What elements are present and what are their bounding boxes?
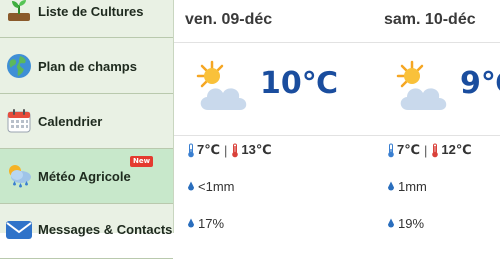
humidity-drop-icon bbox=[388, 218, 394, 228]
sidebar-item-label: Météo Agricole bbox=[38, 168, 131, 184]
temp-min: 7℃ bbox=[397, 142, 420, 157]
raindrop-icon bbox=[388, 181, 394, 191]
day-temperature: 9℃ bbox=[460, 66, 500, 101]
temp-max: 13℃ bbox=[241, 142, 272, 157]
sidebar-item-label: Calendrier bbox=[38, 113, 103, 129]
calendar-icon bbox=[5, 107, 33, 135]
sidebar-item-messages[interactable]: Messages & Contacts bbox=[0, 204, 173, 259]
weather-icon bbox=[5, 162, 33, 190]
sidebar-item-field-plan[interactable]: Plan de champs bbox=[0, 39, 173, 94]
temp-max: 12℃ bbox=[441, 142, 472, 157]
temp-min: 7℃ bbox=[197, 142, 220, 157]
new-badge: New bbox=[130, 156, 154, 167]
day-date: ven. 09-déc bbox=[185, 11, 273, 28]
rain-amount: 1mm bbox=[398, 179, 427, 194]
globe-icon bbox=[5, 52, 33, 80]
rain-amount: <1mm bbox=[198, 179, 235, 194]
temp-range: 7℃ | 12℃ bbox=[387, 142, 472, 158]
precipitation: 1mm bbox=[387, 179, 427, 194]
partly-cloudy-icon bbox=[194, 60, 254, 114]
temp-separator: | bbox=[423, 142, 428, 158]
sidebar-item-label: Messages & Contacts bbox=[38, 222, 173, 237]
sidebar-item-calendar[interactable]: Calendrier bbox=[0, 94, 173, 149]
raindrop-icon bbox=[188, 181, 194, 191]
sidebar-item-label: Liste de Cultures bbox=[38, 4, 144, 19]
humidity: 17% bbox=[187, 216, 224, 231]
thermometer-cold-icon bbox=[388, 143, 394, 157]
forecast-day: ven. 09-déc 10℃ 7℃ | 13℃ <1mm 17% bbox=[174, 0, 374, 233]
sidebar-item-label: Plan de champs bbox=[38, 58, 137, 74]
temp-separator: | bbox=[223, 142, 228, 158]
temp-range: 7℃ | 13℃ bbox=[187, 142, 272, 158]
precipitation: <1mm bbox=[187, 179, 234, 194]
forecast-day: sam. 10-déc 9℃ 7℃ | 12℃ 1mm 19% bbox=[374, 0, 500, 233]
thermometer-cold-icon bbox=[188, 143, 194, 157]
day-temperature: 10℃ bbox=[260, 66, 339, 101]
humidity-value: 17% bbox=[198, 216, 225, 231]
sprout-icon bbox=[5, 0, 33, 24]
thermometer-hot-icon bbox=[232, 143, 239, 157]
sidebar-item-weather[interactable]: Météo Agricole New bbox=[0, 149, 173, 204]
sidebar: Liste de Cultures Plan de champs Calendr… bbox=[0, 0, 174, 259]
humidity-value: 19% bbox=[398, 216, 425, 231]
day-date: sam. 10-déc bbox=[384, 11, 476, 28]
partly-cloudy-icon bbox=[394, 60, 454, 114]
thermometer-hot-icon bbox=[432, 143, 439, 157]
sidebar-item-crop-list[interactable]: Liste de Cultures bbox=[0, 0, 173, 38]
forecast-panel: ven. 09-déc 10℃ 7℃ | 13℃ <1mm 17% sam. 1… bbox=[174, 0, 500, 233]
humidity-drop-icon bbox=[188, 218, 194, 228]
humidity: 19% bbox=[387, 216, 424, 231]
